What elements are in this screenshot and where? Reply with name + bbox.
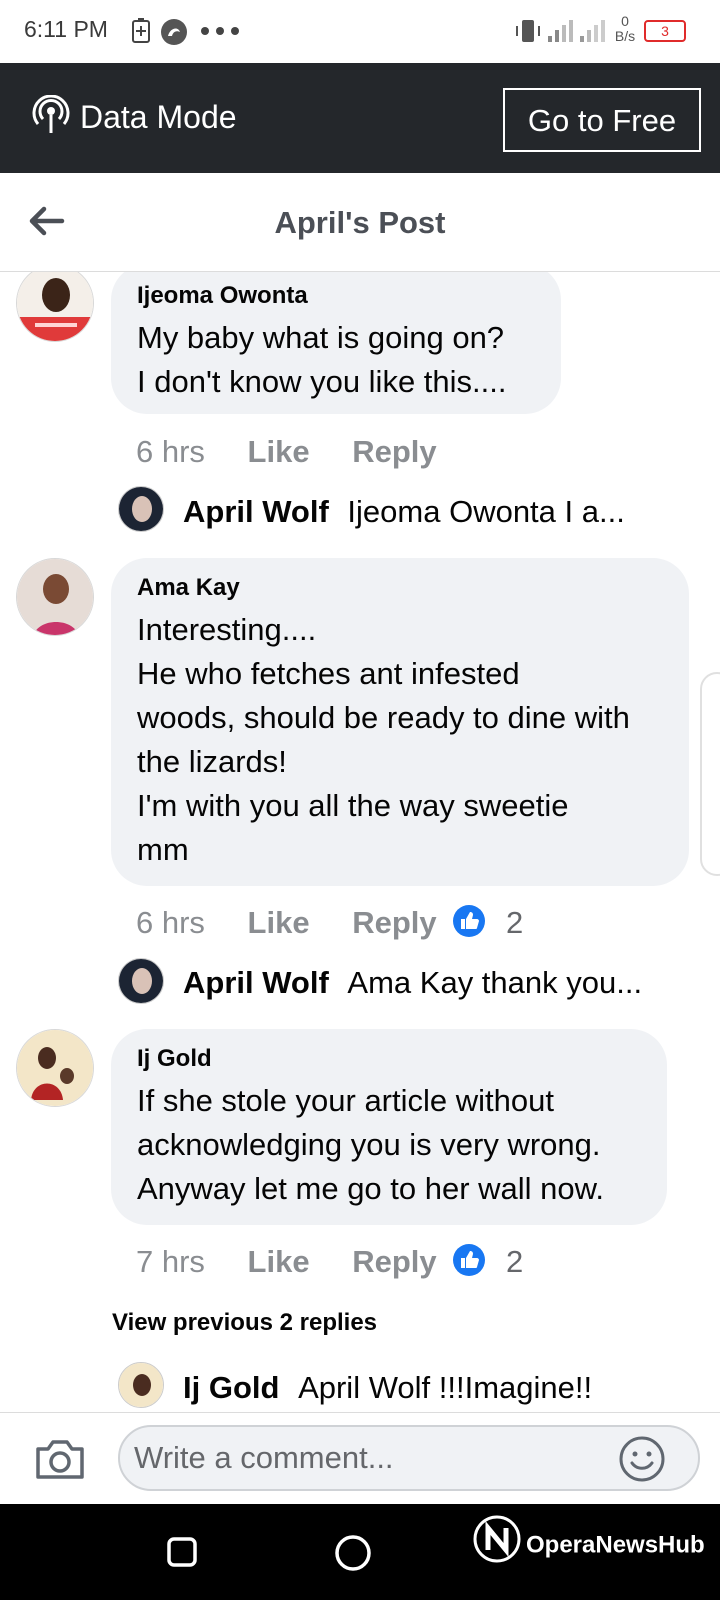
- comment-time: 6 hrs: [136, 434, 205, 469]
- comment-actions: 7 hrs Like Reply: [136, 1244, 437, 1280]
- avatar-image: [119, 959, 163, 1003]
- comment-text-line: woods, should be ready to dine with: [137, 700, 630, 735]
- signal-icon-1: [548, 20, 573, 42]
- status-bar: 6:11 PM 0 B/s 3: [0, 0, 720, 63]
- comment-bubble[interactable]: Ijeoma Owonta My baby what is going on? …: [111, 272, 561, 414]
- reply-preview[interactable]: April Wolf Ama Kay thank you...: [183, 965, 642, 1001]
- data-mode-bar: Data Mode Go to Free: [0, 63, 720, 173]
- commenter-avatar[interactable]: [16, 272, 94, 342]
- comment-text-line: Interesting....: [137, 612, 317, 647]
- status-time: 6:11 PM: [24, 16, 108, 42]
- reply-avatar[interactable]: [118, 486, 164, 532]
- comment-text-line: I don't know you like this....: [137, 364, 507, 399]
- view-previous-replies-link[interactable]: View previous 2 replies: [112, 1309, 377, 1337]
- system-nav-bar: OperaNewsHub: [0, 1504, 720, 1600]
- avatar-image: [119, 1363, 163, 1407]
- recents-icon[interactable]: [166, 1536, 198, 1568]
- comment-text-line: mm: [137, 832, 189, 867]
- comment-time: 6 hrs: [136, 905, 205, 940]
- more-notifications-icon: [201, 27, 239, 35]
- reply-author[interactable]: Ij Gold: [183, 1370, 279, 1405]
- watermark-logo: OperaNewsHub: [468, 1515, 705, 1564]
- avatar-image: [119, 487, 163, 531]
- camera-icon[interactable]: [34, 1437, 86, 1481]
- reply-text: Ama Kay thank you...: [347, 965, 643, 1000]
- comment-composer: [0, 1412, 720, 1505]
- reply-avatar[interactable]: [118, 1362, 164, 1408]
- go-to-free-button[interactable]: Go to Free: [503, 88, 701, 152]
- reply-text: Ijeoma Owonta I a...: [347, 494, 625, 529]
- reaction-count[interactable]: 2: [506, 905, 523, 941]
- speed-unit: B/s: [614, 28, 636, 44]
- battery-level-text: 3: [661, 23, 669, 39]
- avatar-image: [17, 272, 93, 341]
- like-reaction-icon[interactable]: [452, 904, 486, 938]
- network-speed: 0 B/s: [612, 14, 638, 44]
- emoji-icon[interactable]: [618, 1435, 666, 1483]
- reply-preview[interactable]: April Wolf Ijeoma Owonta I a...: [183, 494, 625, 530]
- comment-text-line: I'm with you all the way sweetie: [137, 788, 569, 823]
- broadcast-icon: [32, 95, 70, 133]
- comment-text-line: the lizards!: [137, 744, 287, 779]
- comment-bubble[interactable]: Ij Gold If she stole your article withou…: [111, 1029, 667, 1225]
- signal-icon-2: [580, 20, 605, 42]
- reply-author[interactable]: April Wolf: [183, 965, 329, 1000]
- reply-text: April Wolf !!!Imagine!!: [298, 1370, 593, 1405]
- vibrate-icon: [516, 20, 540, 42]
- reply-avatar[interactable]: [118, 958, 164, 1004]
- speed-value: 0: [621, 13, 629, 29]
- comment-author[interactable]: Ama Kay: [137, 574, 663, 602]
- comment-author[interactable]: Ijeoma Owonta: [137, 282, 535, 310]
- reply-button[interactable]: Reply: [352, 434, 436, 469]
- comment-time: 7 hrs: [136, 1244, 205, 1279]
- like-button[interactable]: Like: [248, 434, 310, 469]
- comment-text-line: He who fetches ant infested: [137, 656, 520, 691]
- reply-button[interactable]: Reply: [352, 1244, 436, 1279]
- home-icon[interactable]: [334, 1534, 372, 1572]
- comment-actions: 6 hrs Like Reply: [136, 905, 437, 941]
- commenter-avatar[interactable]: [16, 1029, 94, 1107]
- comment-author[interactable]: Ij Gold: [137, 1045, 641, 1073]
- post-header: April's Post: [0, 173, 720, 272]
- watermark-text: OperaNewsHub: [526, 1531, 705, 1559]
- avatar-image: [17, 559, 93, 635]
- scroll-indicator[interactable]: [700, 672, 720, 876]
- reply-button[interactable]: Reply: [352, 905, 436, 940]
- comment-text-line: Anyway let me go to her wall now.: [137, 1171, 604, 1206]
- reply-author[interactable]: April Wolf: [183, 494, 329, 529]
- like-reaction-icon[interactable]: [452, 1243, 486, 1277]
- comment-text-line: acknowledging you is very wrong.: [137, 1127, 601, 1162]
- comment-text-line: My baby what is going on?: [137, 320, 505, 355]
- page-title: April's Post: [274, 205, 446, 240]
- battery-indicator: 3: [644, 20, 686, 42]
- app-notification-icon: [161, 19, 187, 45]
- comment-input[interactable]: [118, 1425, 700, 1491]
- comment-actions: 6 hrs Like Reply: [136, 434, 437, 470]
- comment-list[interactable]: Ijeoma Owonta My baby what is going on? …: [0, 272, 720, 1412]
- reaction-count[interactable]: 2: [506, 1244, 523, 1280]
- battery-saver-icon: [132, 18, 150, 43]
- like-button[interactable]: Like: [248, 905, 310, 940]
- watermark-icon: [473, 1515, 521, 1563]
- commenter-avatar[interactable]: [16, 558, 94, 636]
- comment-bubble[interactable]: Ama Kay Interesting.... He who fetches a…: [111, 558, 689, 886]
- like-button[interactable]: Like: [248, 1244, 310, 1279]
- reply-preview[interactable]: Ij Gold April Wolf !!!Imagine!!: [183, 1370, 592, 1406]
- avatar-image: [17, 1030, 93, 1106]
- data-mode-label: Data Mode: [80, 99, 237, 135]
- comment-text-line: If she stole your article without: [137, 1083, 554, 1118]
